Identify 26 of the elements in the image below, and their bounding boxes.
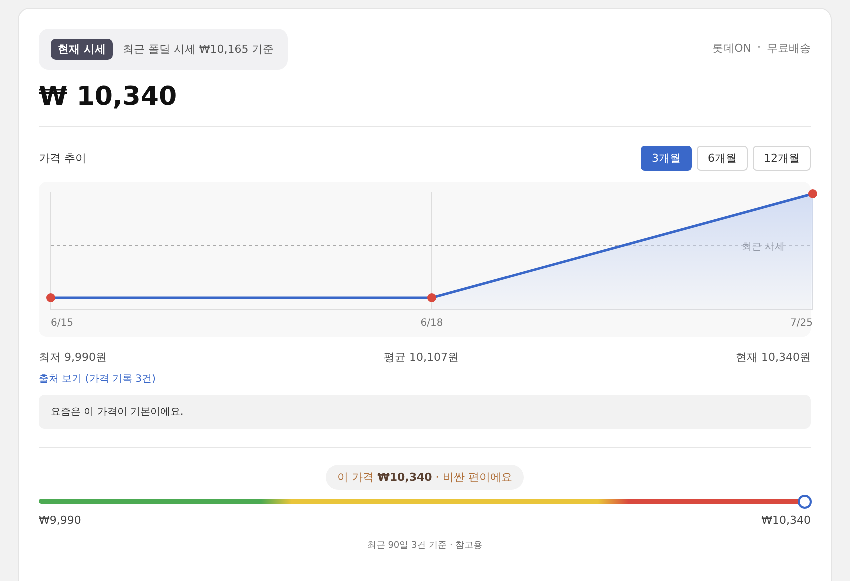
seller-name: 롯데ON [712, 41, 752, 56]
price-bubble: 이 가격 ₩10,340 · 비싼 편이에요 [326, 465, 524, 490]
comment-box: 요즘은 이 가격이 기본이에요. [39, 395, 811, 429]
current-price: ₩ 10,340 [39, 82, 178, 112]
footnote: 최근 90일 3건 기준 · 참고용 [366, 540, 484, 552]
separator-dot: · [758, 41, 761, 56]
status-badge: 현재 시세 [51, 39, 113, 60]
data-point [428, 294, 436, 302]
data-point [808, 190, 818, 198]
data-point [46, 294, 56, 302]
stat-label: 최저 9,990원 [39, 350, 107, 365]
reference-note: 최근 폴딜 시세 ₩10,165 기준 [122, 42, 274, 57]
source-link[interactable]: 출처 보기 (가격 기록 3건) [39, 372, 156, 386]
period-tab[interactable]: 12개월 [753, 146, 811, 171]
reference-label: 최근 시세 [742, 242, 785, 253]
axis-label: 6/15 [51, 318, 74, 329]
axis-label: 7/25 [790, 318, 813, 329]
axis-label: 6/18 [420, 318, 444, 329]
max-price: ₩10,340 [762, 514, 811, 527]
stat-label: 평균 10,107원 [384, 350, 459, 365]
period-tab[interactable]: 3개월 [641, 146, 692, 171]
period-tab[interactable]: 6개월 [697, 146, 748, 171]
stat-label: 현재 10,340원 [736, 350, 811, 365]
section-title: 가격 추이 [39, 151, 86, 166]
shipping-label: 무료배송 [767, 41, 811, 56]
min-price: ₩9,990 [39, 514, 82, 527]
